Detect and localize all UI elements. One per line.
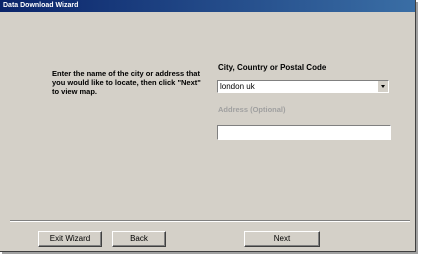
exit-wizard-button[interactable]: Exit Wizard	[38, 231, 102, 247]
address-field-label: Address (Optional)	[218, 105, 286, 114]
next-button[interactable]: Next	[244, 231, 320, 247]
back-button[interactable]: Back	[112, 231, 166, 247]
window-title: Data Download Wizard	[3, 2, 79, 9]
address-input[interactable]	[217, 125, 391, 140]
title-bar[interactable]: Data Download Wizard	[0, 0, 415, 12]
city-field-label: City, Country or Postal Code	[218, 63, 327, 72]
wizard-window: Data Download Wizard Enter the name of t…	[0, 0, 416, 252]
chevron-down-icon[interactable]	[377, 81, 388, 92]
city-combobox-value[interactable]: london uk	[220, 81, 255, 92]
footer-divider	[10, 220, 410, 222]
instructions-text: Enter the name of the city or address th…	[52, 69, 201, 96]
city-combobox[interactable]: london uk	[217, 80, 389, 93]
